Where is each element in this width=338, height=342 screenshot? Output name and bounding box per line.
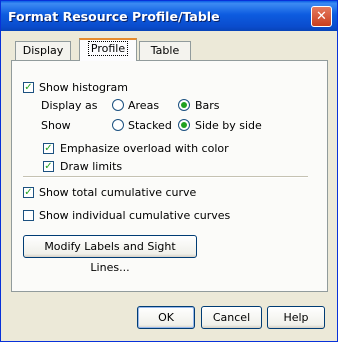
ok-button[interactable]: OK (137, 306, 195, 329)
show-individual-cumulative-label[interactable]: Show individual cumulative curves (39, 209, 230, 222)
show-total-cumulative-label[interactable]: Show total cumulative curve (39, 186, 196, 199)
tab-display-label: Display (22, 44, 64, 57)
window-title: Format Resource Profile/Table (8, 9, 220, 24)
show-individual-cumulative-checkbox[interactable] (23, 210, 34, 221)
title-bar[interactable]: Format Resource Profile/Table ✕ (1, 1, 337, 31)
show-side-by-side-label[interactable]: Side by side (195, 119, 262, 132)
modify-labels-button[interactable]: Modify Labels and Sight Lines... (23, 235, 197, 274)
display-as-areas-radio[interactable] (112, 99, 124, 111)
tab-display[interactable]: Display (15, 41, 71, 61)
tab-table-label: Table (150, 44, 180, 57)
show-stacked-radio[interactable] (112, 119, 124, 131)
show-total-cumulative-checkbox[interactable]: ✓ (23, 187, 34, 198)
draw-limits-label[interactable]: Draw limits (60, 160, 122, 173)
show-stacked-label[interactable]: Stacked (128, 119, 172, 132)
display-as-bars-label[interactable]: Bars (195, 99, 220, 112)
show-histogram-label[interactable]: Show histogram (39, 81, 128, 94)
draw-limits-checkbox[interactable]: ✓ (43, 161, 54, 172)
display-as-areas-label[interactable]: Areas (128, 99, 159, 112)
help-button[interactable]: Help (267, 306, 325, 329)
display-as-bars-radio[interactable] (178, 99, 190, 111)
emphasize-overload-checkbox[interactable]: ✓ (43, 143, 54, 154)
emphasize-overload-label[interactable]: Emphasize overload with color (60, 142, 229, 155)
format-resource-profile-dialog: Format Resource Profile/Table ✕ Display … (0, 0, 338, 342)
show-side-by-side-radio[interactable] (178, 119, 190, 131)
tab-profile-label: Profile (87, 41, 129, 56)
separator (23, 176, 308, 178)
show-label: Show (41, 119, 71, 132)
tab-profile[interactable]: Profile (79, 38, 137, 61)
display-as-label: Display as (41, 99, 98, 112)
radio-selected-dot (181, 102, 187, 108)
close-icon: ✕ (316, 9, 327, 24)
radio-selected-dot (181, 122, 187, 128)
cancel-button[interactable]: Cancel (201, 306, 262, 329)
profile-tab-panel: ✓ Show histogram Display as Areas Bars S… (11, 60, 328, 292)
show-histogram-checkbox[interactable]: ✓ (23, 82, 34, 93)
tab-table[interactable]: Table (139, 41, 191, 61)
close-button[interactable]: ✕ (311, 6, 332, 27)
